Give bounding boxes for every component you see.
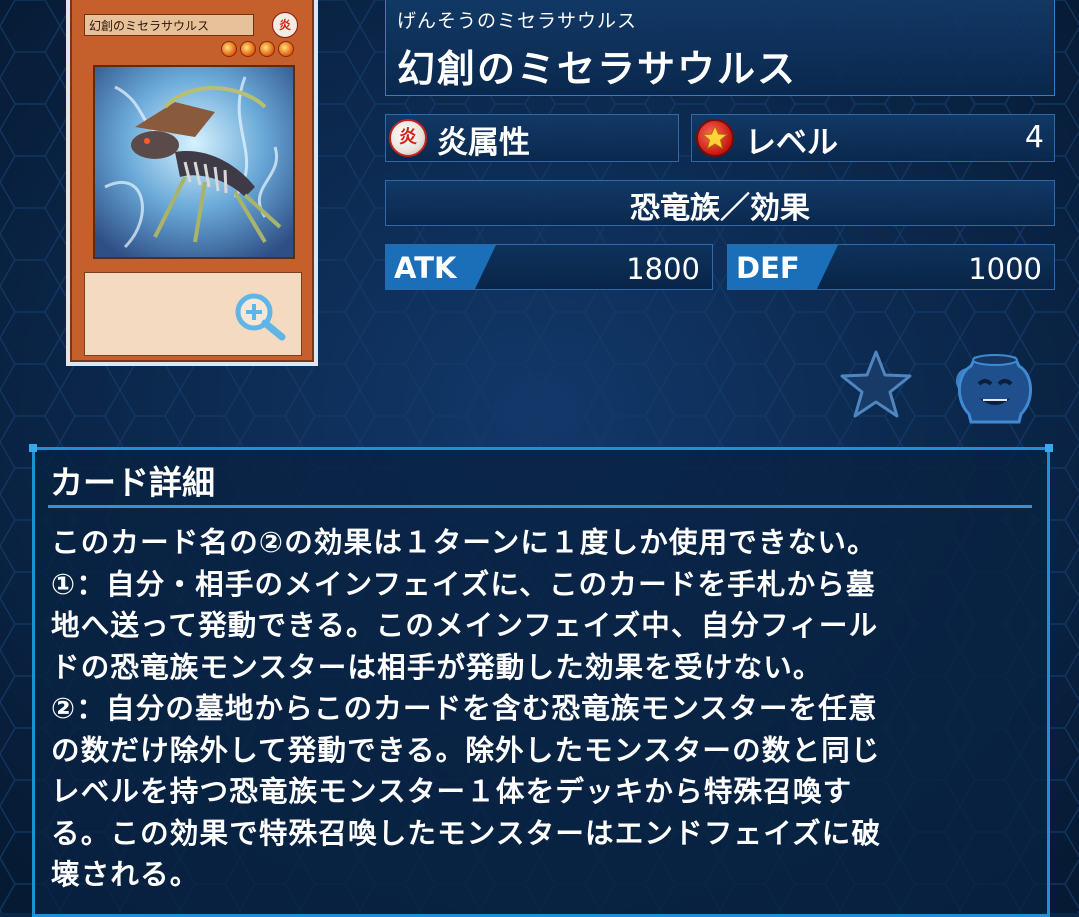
card-artwork: [93, 65, 295, 259]
card-furigana: げんそうのミセラサウルス: [397, 10, 638, 32]
card-thumb-name: 幻創のミセラサウルス: [84, 14, 254, 36]
detail-heading: カード詳細: [50, 463, 215, 502]
atk-value: 1800: [626, 252, 700, 286]
def-label: DEF: [736, 251, 800, 285]
level-value: 4: [1024, 120, 1044, 155]
card-title: 幻創のミセラサウルス: [397, 47, 798, 91]
card-thumb-level-stars: [214, 41, 294, 57]
frame-corner: [1045, 444, 1053, 452]
level-star-icon: [221, 41, 237, 57]
level-star-icon: [259, 41, 275, 57]
favorite-star-icon[interactable]: [838, 348, 914, 420]
atk-tag: ATK: [386, 245, 496, 289]
def-value: 1000: [968, 252, 1042, 286]
level-star-icon: [278, 41, 294, 57]
detail-divider: [48, 505, 1032, 508]
pot-of-greed-icon[interactable]: [949, 350, 1041, 424]
def-tag: DEF: [728, 245, 838, 289]
def-panel: DEF 1000: [727, 244, 1055, 290]
card-thumb-attribute-icon: 炎: [272, 12, 298, 38]
frame-corner: [29, 444, 37, 452]
zoom-in-icon[interactable]: [230, 290, 292, 342]
card-effect-text: このカード名の②の効果は１ターンに１度しか使用できない。 ①：自分・相手のメイン…: [51, 526, 882, 891]
attribute-label: 炎属性: [437, 125, 530, 161]
attribute-panel: [385, 114, 679, 162]
level-star-icon: [696, 119, 734, 157]
atk-label: ATK: [394, 251, 457, 285]
level-label: レベル: [745, 125, 838, 161]
atk-panel: ATK 1800: [385, 244, 713, 290]
fire-attribute-icon: 炎: [389, 119, 427, 157]
monster-type: 恐竜族／効果: [630, 191, 810, 226]
level-star-icon: [240, 41, 256, 57]
